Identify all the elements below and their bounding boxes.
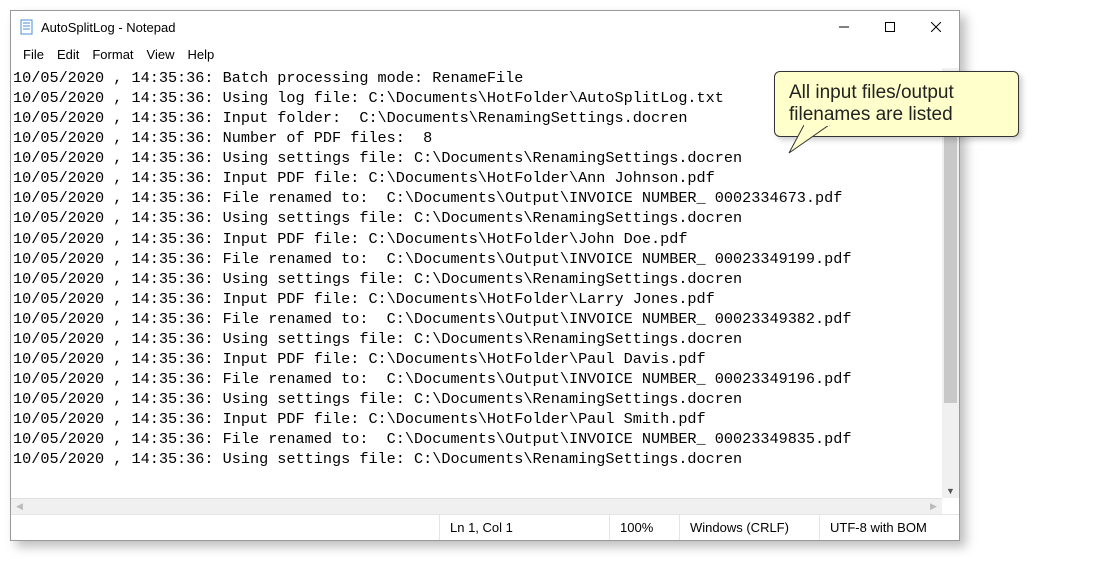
menubar: File Edit Format View Help (11, 43, 959, 68)
status-lncol: Ln 1, Col 1 (439, 515, 609, 540)
titlebar[interactable]: AutoSplitLog - Notepad (11, 11, 959, 43)
maximize-button[interactable] (867, 11, 913, 43)
callout-line2: filenames are listed (789, 104, 1004, 126)
notepad-window: AutoSplitLog - Notepad File Edit Format … (10, 10, 960, 541)
callout-line1: All input files/output (789, 82, 1004, 104)
callout-tail-icon (784, 125, 834, 155)
window-controls (821, 11, 959, 43)
annotation-callout: All input files/output filenames are lis… (774, 71, 1019, 137)
statusbar: Ln 1, Col 1 100% Windows (CRLF) UTF-8 wi… (11, 514, 959, 540)
menu-format[interactable]: Format (86, 45, 139, 64)
scroll-left-arrow-icon[interactable]: ◀ (11, 499, 28, 514)
status-zoom: 100% (609, 515, 679, 540)
notepad-app-icon (19, 19, 35, 35)
status-eol: Windows (CRLF) (679, 515, 819, 540)
menu-view[interactable]: View (141, 45, 181, 64)
window-title: AutoSplitLog - Notepad (41, 20, 821, 35)
close-button[interactable] (913, 11, 959, 43)
scroll-right-arrow-icon[interactable]: ▶ (925, 499, 942, 514)
minimize-button[interactable] (821, 11, 867, 43)
menu-edit[interactable]: Edit (51, 45, 85, 64)
menu-file[interactable]: File (17, 45, 50, 64)
menu-help[interactable]: Help (181, 45, 220, 64)
status-encoding: UTF-8 with BOM (819, 515, 959, 540)
scroll-down-arrow-icon[interactable]: ▼ (942, 483, 959, 498)
horizontal-scrollbar[interactable]: ◀ ▶ (11, 498, 942, 514)
